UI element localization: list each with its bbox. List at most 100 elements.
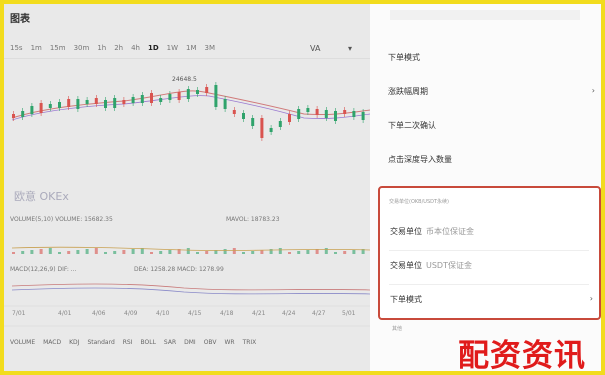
x-tick: 4/18 xyxy=(220,310,234,317)
option-label: 交易单位 xyxy=(390,227,422,236)
volume-bar xyxy=(223,249,227,254)
tab-obv[interactable]: OBV xyxy=(204,339,217,346)
order-mode-option[interactable]: 下单模式 xyxy=(390,294,422,305)
volume-bar xyxy=(122,250,126,254)
candle xyxy=(242,113,245,119)
candle xyxy=(150,93,153,103)
candle xyxy=(315,109,319,115)
volume-bar xyxy=(334,252,337,254)
volume-bar xyxy=(232,248,236,254)
volume-bar xyxy=(30,250,34,254)
panel-top-strip xyxy=(390,10,580,20)
watermark-logo: 欧意 OKEx xyxy=(14,190,69,203)
divider xyxy=(389,250,589,251)
candle xyxy=(168,94,172,100)
option-label: 下单模式 xyxy=(390,295,422,304)
menu-kline-mode[interactable]: 涨跌幅周期 xyxy=(388,86,428,97)
candle xyxy=(58,102,61,108)
volume-bar xyxy=(85,249,89,254)
candle xyxy=(324,110,328,118)
candle xyxy=(30,106,34,114)
tab-dmi[interactable]: DMI xyxy=(184,339,196,346)
candle xyxy=(159,98,163,102)
candle xyxy=(251,118,255,126)
option-sub: USDT保证金 xyxy=(426,261,472,270)
x-tick: 4/01 xyxy=(58,310,72,317)
indicator-tabs: VOLUME MACD KDJ Standard RSI BOLL SAR DM… xyxy=(10,339,256,346)
volume-bar xyxy=(186,248,190,254)
box-header: 交易单位(OKB/USDT永续) xyxy=(389,199,449,205)
menu-auto-import[interactable]: 点击深度导入数量 xyxy=(388,154,452,165)
candle xyxy=(297,109,301,119)
candle xyxy=(343,110,347,114)
macd-indicator-aside: DEA: 1258.28 MACD: 1278.99 xyxy=(134,266,224,273)
volume-bar xyxy=(251,251,255,254)
candle xyxy=(94,98,98,104)
volume-bar xyxy=(288,252,291,254)
x-tick: 4/21 xyxy=(252,310,266,317)
candle xyxy=(269,128,273,132)
candle xyxy=(85,100,89,104)
x-tick: 4/15 xyxy=(188,310,202,317)
menu-order-mode[interactable]: 下单模式 xyxy=(388,52,420,63)
trade-unit-usdt-option[interactable]: 交易单位 USDT保证金 xyxy=(390,260,472,271)
volume-bar xyxy=(104,252,107,254)
volume-bar xyxy=(131,249,135,254)
option-sub: 币本位保证金 xyxy=(426,227,474,236)
x-tick: 4/06 xyxy=(92,310,106,317)
volume-bar xyxy=(168,250,172,254)
candle xyxy=(205,87,209,93)
tab-trix[interactable]: TRIX xyxy=(243,339,257,346)
menu-second-confirm[interactable]: 下单二次确认 xyxy=(388,120,436,131)
tab-volume[interactable]: VOLUME xyxy=(10,339,35,346)
candle xyxy=(104,100,107,108)
volume-bar xyxy=(113,251,117,254)
trade-unit-box: 交易单位(OKB/USDT永续) 交易单位 币本位保证金 交易单位 USDT保证金 … xyxy=(378,186,601,320)
volume-bar xyxy=(242,252,245,254)
tab-sar[interactable]: SAR xyxy=(164,339,176,346)
macd-indicator-label: MACD(12,26,9) DIF: ... xyxy=(10,266,77,273)
candle xyxy=(140,95,144,103)
volume-bar xyxy=(205,251,209,254)
x-tick: 5/01 xyxy=(342,310,356,317)
tab-boll[interactable]: BOLL xyxy=(141,339,156,346)
candle xyxy=(361,112,365,120)
volume-bar xyxy=(21,251,25,254)
divider xyxy=(389,284,589,285)
volume-bar xyxy=(94,248,98,254)
candle xyxy=(278,121,282,127)
volume-bar xyxy=(76,250,80,254)
volume-bar xyxy=(39,249,43,254)
volume-bar xyxy=(278,248,282,254)
tab-rsi[interactable]: RSI xyxy=(123,339,133,346)
candle xyxy=(113,98,117,108)
candle xyxy=(39,103,43,113)
candle xyxy=(12,114,15,118)
volume-indicator-aside: MAVOL: 18783.23 xyxy=(226,216,280,223)
trade-unit-coin-option[interactable]: 交易单位 币本位保证金 xyxy=(390,226,474,237)
candle xyxy=(67,99,71,107)
volume-bar xyxy=(12,252,15,254)
chart-area: 图表 15s 1m 15m 30m 1h 2h 4h 1D 1W 1M 3M V… xyxy=(4,4,370,371)
candle xyxy=(352,111,356,117)
x-axis: 7/01 4/01 4/06 4/09 4/10 4/15 4/18 4/21 … xyxy=(12,310,362,320)
candle xyxy=(48,104,52,108)
candle xyxy=(260,118,264,138)
tab-wr[interactable]: WR xyxy=(224,339,234,346)
tab-kdj[interactable]: KDJ xyxy=(69,339,79,346)
settings-panel: 下单模式 涨跌幅周期 › 下单二次确认 点击深度导入数量 交易单位(OKB/US… xyxy=(370,4,601,371)
volume-bar xyxy=(58,252,61,254)
candle xyxy=(214,85,218,107)
candle xyxy=(196,90,199,94)
volume-bar xyxy=(67,251,71,254)
volume-bar xyxy=(48,248,52,254)
volume-bar xyxy=(343,251,347,254)
volume-bar xyxy=(352,250,356,254)
tab-standard[interactable]: Standard xyxy=(87,339,114,346)
x-tick: 4/24 xyxy=(282,310,296,317)
candle xyxy=(131,97,135,103)
tab-macd[interactable]: MACD xyxy=(43,339,61,346)
volume-bar xyxy=(324,248,328,254)
candle xyxy=(232,110,236,114)
watermark-badge: 配资资讯 xyxy=(458,338,586,374)
